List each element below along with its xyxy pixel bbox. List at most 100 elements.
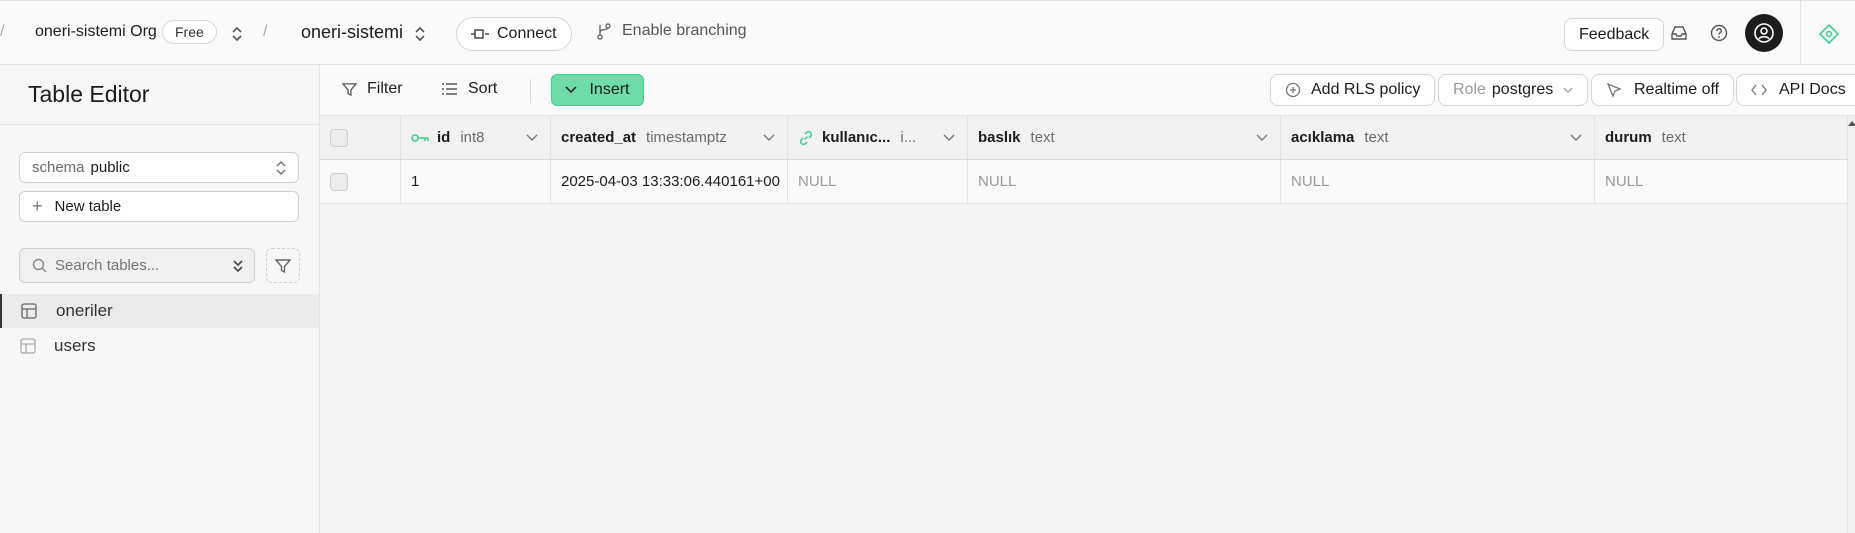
search-tables-input[interactable]	[55, 257, 225, 274]
column-type: text	[1661, 129, 1686, 146]
vertical-scrollbar[interactable]	[1847, 116, 1855, 533]
org-switcher-icon[interactable]	[230, 25, 244, 43]
funnel-icon	[342, 82, 357, 97]
search-tables-field[interactable]	[19, 248, 255, 283]
key-icon	[411, 133, 429, 143]
chevron-down-icon[interactable]	[1570, 131, 1582, 145]
column-header-id[interactable]: id int8	[401, 116, 551, 160]
enable-branching-button[interactable]: Enable branching	[596, 22, 747, 40]
link-icon	[798, 130, 814, 146]
table-cell[interactable]: 1	[401, 160, 551, 204]
schema-select[interactable]: schema public	[19, 152, 299, 183]
column-type: int8	[460, 129, 485, 146]
table-icon	[21, 303, 37, 319]
role-value: postgres	[1491, 81, 1554, 98]
row-select-cell	[320, 160, 401, 204]
connect-button[interactable]: Connect	[456, 17, 572, 51]
chevron-down-icon[interactable]	[526, 131, 538, 145]
double-chevron-down-icon[interactable]	[232, 259, 244, 273]
select-all-checkbox[interactable]	[330, 128, 348, 147]
help-icon[interactable]	[1710, 24, 1728, 42]
new-table-button[interactable]: + New table	[19, 191, 299, 222]
column-name: baslık	[978, 129, 1021, 146]
sort-button[interactable]: Sort	[442, 80, 497, 98]
toolbar-divider	[530, 79, 531, 103]
filter-button[interactable]: Filter	[342, 80, 403, 98]
feedback-button[interactable]: Feedback	[1564, 18, 1665, 51]
column-header-created-at[interactable]: created_at timestamptz	[551, 116, 788, 160]
plug-icon	[471, 28, 489, 40]
plan-badge: Free	[162, 20, 217, 44]
project-switcher-icon[interactable]	[413, 25, 427, 43]
chevron-down-icon[interactable]	[943, 131, 955, 145]
table-cell[interactable]: NULL	[788, 160, 968, 204]
sidebar-divider	[0, 124, 320, 125]
chevron-down-icon	[1563, 87, 1573, 94]
new-table-label: New table	[54, 198, 122, 215]
table-cell[interactable]: NULL	[1595, 160, 1847, 204]
insert-label: Insert	[589, 81, 630, 98]
row-checkbox[interactable]	[330, 172, 348, 191]
avatar[interactable]	[1745, 14, 1783, 52]
top-bar: / oneri-sistemi Org Free / oneri-sistemi…	[0, 0, 1855, 66]
sidebar-title: Table Editor	[28, 81, 150, 107]
scroll-up-icon[interactable]	[1848, 120, 1855, 126]
inbox-icon[interactable]	[1670, 25, 1688, 41]
add-rls-policy-button[interactable]: Add RLS policy	[1270, 74, 1436, 106]
column-name: created_at	[561, 129, 637, 146]
assistant-icon[interactable]	[1818, 23, 1840, 45]
column-name: durum	[1605, 129, 1652, 146]
schema-value: public	[90, 159, 130, 176]
breadcrumb-separator-2: /	[263, 23, 268, 40]
branch-icon	[596, 22, 612, 40]
breadcrumb-separator: /	[0, 23, 5, 40]
code-icon	[1751, 84, 1767, 96]
column-type: i...	[900, 129, 917, 146]
search-icon	[32, 258, 47, 273]
filter-label: Filter	[367, 80, 403, 97]
table-item-label: users	[54, 336, 96, 355]
column-name: kullanıc...	[822, 129, 891, 146]
column-header-kullanici[interactable]: kullanıc... i...	[788, 116, 968, 160]
funnel-icon	[275, 258, 291, 274]
table-cell[interactable]: NULL	[1281, 160, 1595, 204]
project-name[interactable]: oneri-sistemi	[301, 22, 403, 43]
list-icon	[442, 82, 458, 96]
feedback-label: Feedback	[1579, 25, 1650, 43]
sidebar: Table Editor schema public + New table on…	[0, 65, 320, 533]
api-docs-label: API Docs	[1779, 81, 1846, 98]
chevron-down-icon[interactable]	[763, 131, 775, 145]
column-header-aciklama[interactable]: acıklama text	[1281, 116, 1595, 160]
column-type: timestamptz	[646, 129, 727, 146]
grid-toolbar: Filter Sort Insert Add RLS policy Role p…	[320, 65, 1855, 116]
table-cell[interactable]: 2025-04-03 13:33:06.440161+00	[551, 160, 788, 204]
column-name: id	[437, 129, 451, 146]
table-item-label: oneriler	[56, 301, 113, 320]
data-grid: id int8 created_at timestamptz kullanıc.…	[320, 116, 1855, 533]
chevron-down-icon	[565, 86, 578, 94]
realtime-label: Realtime off	[1634, 81, 1720, 98]
cursor-icon	[1606, 82, 1622, 98]
insert-button[interactable]: Insert	[551, 74, 644, 106]
plus-circle-icon	[1285, 82, 1301, 98]
table-item-oneriler[interactable]: oneriler	[0, 294, 319, 328]
schema-prefix: schema	[32, 159, 85, 176]
column-header-baslik[interactable]: baslık text	[968, 116, 1281, 160]
role-select[interactable]: Role postgres	[1438, 74, 1589, 106]
org-name[interactable]: oneri-sistemi Org	[35, 23, 157, 41]
api-docs-button[interactable]: API Docs	[1736, 74, 1855, 106]
branching-label: Enable branching	[622, 22, 747, 39]
table-cell[interactable]: NULL	[968, 160, 1281, 204]
select-all-header	[320, 116, 401, 160]
plus-icon: +	[32, 196, 43, 216]
column-type: text	[1030, 129, 1055, 146]
role-prefix: Role	[1453, 81, 1486, 98]
connect-label: Connect	[497, 25, 557, 42]
chevron-down-icon[interactable]	[1256, 131, 1268, 145]
column-header-durum[interactable]: durum text	[1595, 116, 1847, 160]
filter-tables-button[interactable]	[266, 248, 300, 283]
table-item-users[interactable]: users	[0, 329, 319, 363]
sort-label: Sort	[468, 80, 498, 97]
realtime-toggle-button[interactable]: Realtime off	[1591, 74, 1735, 106]
column-type: text	[1364, 129, 1389, 146]
